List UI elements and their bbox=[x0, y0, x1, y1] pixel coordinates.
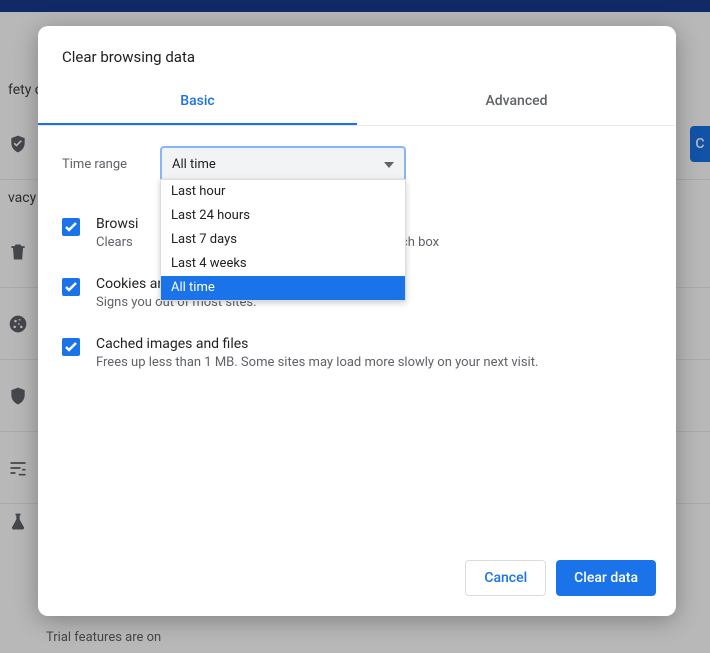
option-title: Cached images and files bbox=[96, 336, 538, 352]
time-range-option[interactable]: Last hour bbox=[161, 180, 405, 204]
tab-basic[interactable]: Basic bbox=[38, 78, 357, 125]
time-range-option[interactable]: Last 4 weeks bbox=[161, 252, 405, 276]
tab-advanced[interactable]: Advanced bbox=[357, 78, 676, 125]
option-desc: Frees up less than 1 MB. Some sites may … bbox=[96, 354, 538, 372]
tab-advanced-label: Advanced bbox=[485, 93, 547, 109]
dialog-body: Time range All time Last hour Last 24 ho… bbox=[38, 126, 676, 548]
option-cache: Cached images and files Frees up less th… bbox=[62, 330, 652, 390]
checkbox-history[interactable] bbox=[62, 218, 80, 236]
clear-data-button-label: Clear data bbox=[574, 570, 638, 586]
time-range-option[interactable]: All time bbox=[161, 276, 405, 300]
time-range-row: Time range All time bbox=[62, 146, 652, 182]
clear-data-button[interactable]: Clear data bbox=[556, 560, 656, 596]
caret-down-icon bbox=[384, 157, 394, 172]
tabs: Basic Advanced bbox=[38, 78, 676, 126]
desc-left: Clears bbox=[96, 235, 133, 250]
time-range-option[interactable]: Last 7 days bbox=[161, 228, 405, 252]
clear-browsing-data-dialog: Clear browsing data Basic Advanced Time … bbox=[38, 26, 676, 616]
time-range-selected: All time bbox=[172, 157, 216, 172]
cancel-button-label: Cancel bbox=[484, 570, 527, 586]
option-text: Cached images and files Frees up less th… bbox=[96, 336, 538, 372]
checkbox-cookies[interactable] bbox=[62, 278, 80, 296]
time-range-dropdown: Last hour Last 24 hours Last 7 days Last… bbox=[160, 179, 406, 301]
time-range-select[interactable]: All time bbox=[160, 146, 406, 182]
checkbox-cache[interactable] bbox=[62, 338, 80, 356]
cancel-button[interactable]: Cancel bbox=[465, 560, 546, 596]
dialog-footer: Cancel Clear data bbox=[38, 548, 676, 616]
tab-basic-label: Basic bbox=[180, 93, 214, 109]
time-range-option[interactable]: Last 24 hours bbox=[161, 204, 405, 228]
dialog-title: Clear browsing data bbox=[38, 26, 676, 78]
time-range-label: Time range bbox=[62, 157, 142, 172]
